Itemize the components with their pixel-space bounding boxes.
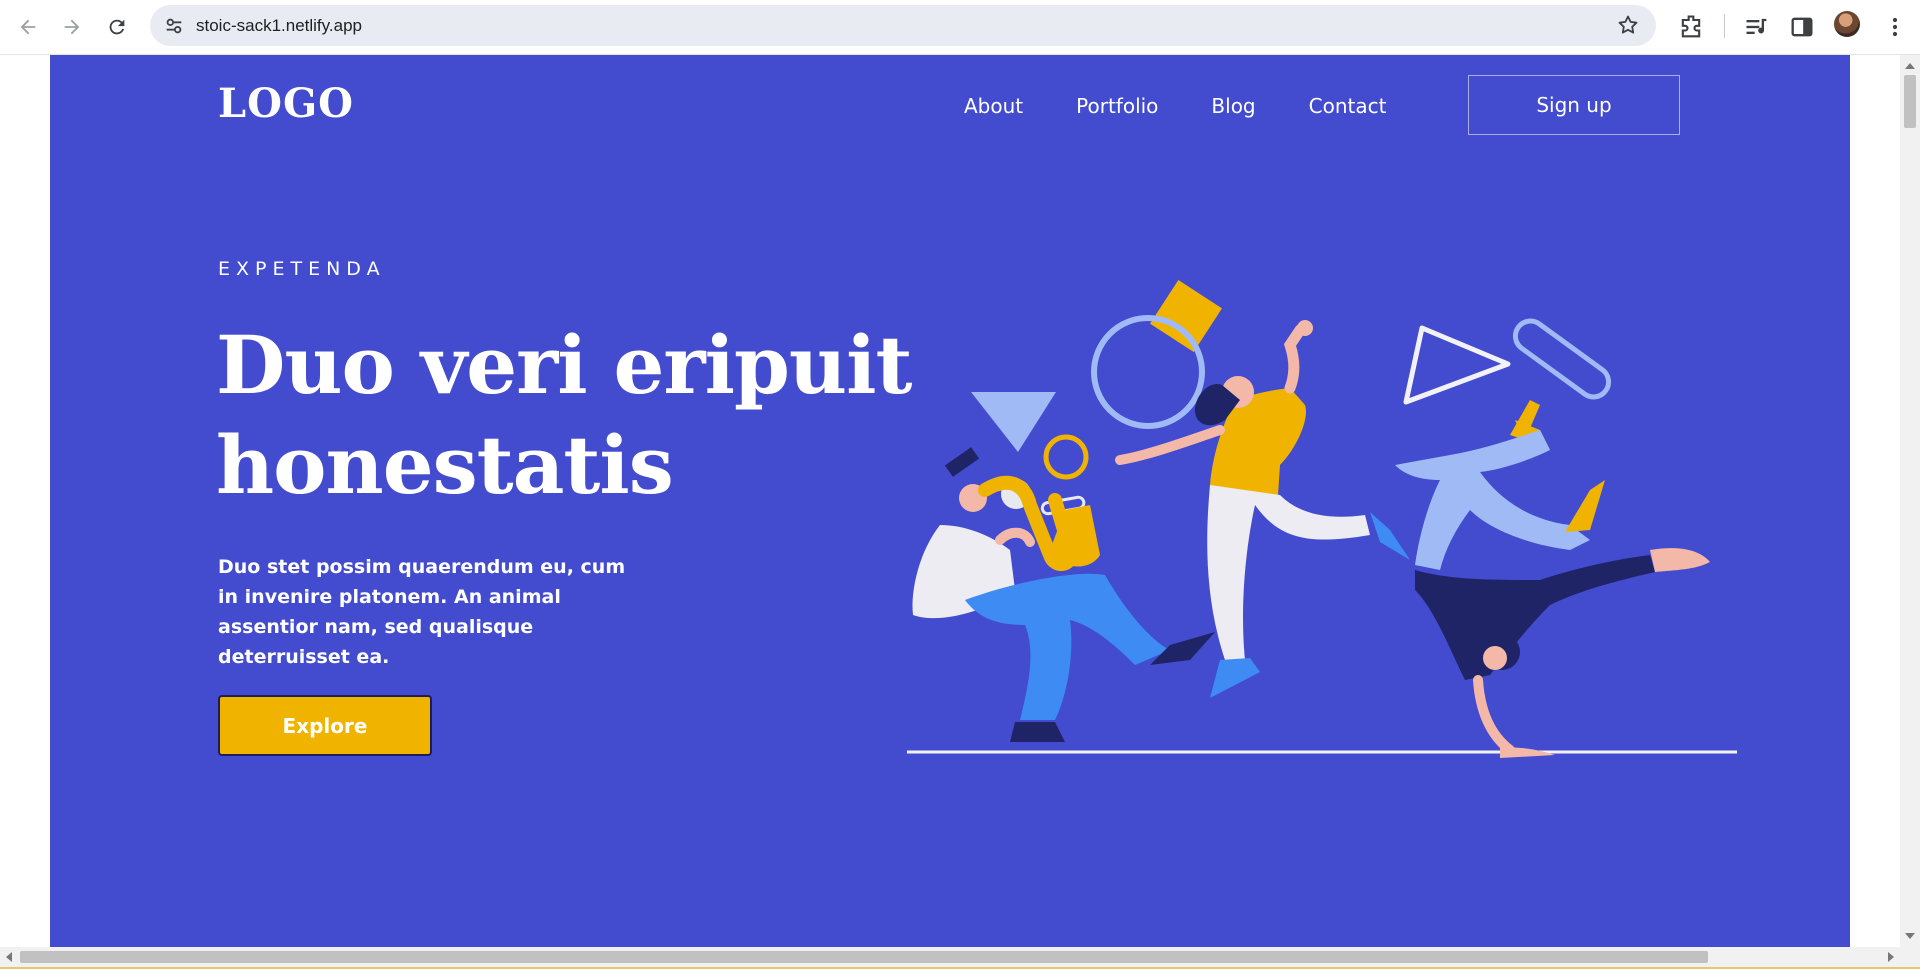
browser-toolbar: stoic-sack1.netlify.app (0, 0, 1920, 55)
main-nav: About Portfolio Blog Contact (964, 94, 1439, 118)
back-arrow-icon[interactable] (13, 12, 43, 42)
hero-headline: Duo veri eripuit honestatis (216, 315, 916, 515)
vertical-scroll-thumb[interactable] (1904, 75, 1916, 128)
scroll-down-arrow-icon[interactable] (1905, 933, 1915, 939)
vertical-scrollbar[interactable] (1900, 55, 1920, 947)
horizontal-scroll-thumb[interactable] (20, 951, 1708, 963)
horizontal-scrollbar[interactable] (0, 947, 1900, 967)
site-settings-icon[interactable] (163, 15, 185, 37)
reload-icon[interactable] (102, 12, 132, 42)
yellow-square-shape (1150, 280, 1222, 352)
nav-link-contact[interactable]: Contact (1309, 94, 1387, 118)
signup-button[interactable]: Sign up (1468, 75, 1680, 135)
blue-triangle-shape (971, 392, 1056, 452)
scroll-left-arrow-icon[interactable] (6, 952, 12, 962)
dancers-illustration (907, 280, 1737, 758)
site-logo[interactable]: LOGO (218, 80, 354, 127)
nav-link-portfolio[interactable]: Portfolio (1076, 94, 1158, 118)
hero-description: Duo stet possim quaerendum eu, cum in in… (218, 556, 626, 668)
toolbar-divider (1724, 14, 1725, 38)
scrollbar-corner (1900, 947, 1920, 967)
blue-ring-shape (1091, 315, 1205, 429)
explore-button[interactable]: Explore (218, 695, 432, 756)
headline-line-2: honestatis (216, 418, 674, 512)
nav-link-blog[interactable]: Blog (1211, 94, 1255, 118)
hero-section: LOGO About Portfolio Blog Contact Sign u… (50, 55, 1850, 947)
forward-arrow-icon[interactable] (57, 12, 87, 42)
more-menu-icon[interactable] (1881, 13, 1909, 41)
nav-link-about[interactable]: About (964, 94, 1023, 118)
profile-avatar[interactable] (1834, 11, 1860, 37)
saxophone-player-figure (912, 447, 1215, 742)
hero-eyebrow: EXPETENDA (218, 258, 386, 280)
handstand-dancer-figure (1395, 400, 1710, 758)
blue-pill-shape (1512, 318, 1612, 400)
headline-line-1: Duo veri eripuit (216, 318, 912, 412)
address-bar[interactable]: stoic-sack1.netlify.app (150, 5, 1656, 46)
media-control-icon[interactable] (1743, 13, 1771, 41)
bookmark-star-icon[interactable] (1616, 13, 1640, 37)
side-panel-icon[interactable] (1788, 13, 1816, 41)
url-text: stoic-sack1.netlify.app (196, 16, 362, 35)
extensions-icon[interactable] (1677, 13, 1705, 41)
scroll-right-arrow-icon[interactable] (1888, 952, 1894, 962)
dancing-woman-figure (1115, 320, 1410, 698)
yellow-ring-shape (1043, 434, 1089, 480)
scroll-up-arrow-icon[interactable] (1905, 63, 1915, 69)
white-triangle-shape (1403, 325, 1511, 405)
